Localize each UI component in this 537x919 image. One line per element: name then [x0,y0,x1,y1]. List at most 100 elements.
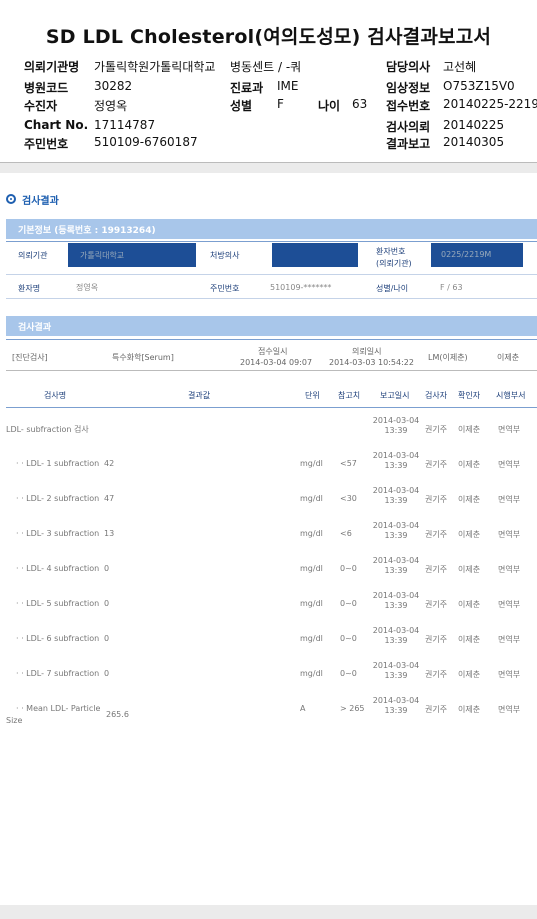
unit: mg/dl [300,494,323,503]
name-info-label: 환자명 [18,284,41,293]
col-unit-header: 단위 [305,391,320,400]
patient-no-value: 0225/2219M [441,250,492,259]
tester: 권기주 [425,635,448,644]
tester: 권기주 [425,565,448,574]
table-row: · · LDL- 7 subfraction 0 mg/dl 0~0 2014-03-0… [0,659,537,694]
report-time: 13:39 [384,426,408,435]
table-row: · · Mean LDL- Particle Size 265.6 A > 265 201… [0,694,537,729]
report-time: 13:39 [384,636,408,645]
department: 면역부 [498,425,521,434]
report-datetime: 2014-03-04 13:39 [366,486,426,506]
section-title: 검사결과 [22,196,59,207]
reference: <57 [340,459,357,468]
ssn-info-label: 주민번호 [210,284,240,293]
unit: mg/dl [300,634,323,643]
clinical-info-value: O753Z15V0 [443,79,515,93]
lm-value: 이제춘 [497,353,520,362]
test-name: LDL- subfraction 검사 [6,425,89,434]
checker: 이제춘 [458,670,481,679]
tester: 권기주 [425,600,448,609]
age-label: 나이 [318,99,341,113]
patient-no-cell: 0225/2219M [431,243,523,267]
org-info-value: 가톨릭대학교 [80,251,125,260]
report-datetime: 2014-03-04 13:39 [366,556,426,576]
col-dept-header: 시행부서 [496,391,526,400]
col-header-line [6,407,537,408]
org-info-label: 의뢰기관 [18,251,48,260]
request-date-label: 검사의뢰 [386,120,431,134]
reference: 0~0 [340,669,357,678]
unit: mg/dl [300,459,323,468]
specimen-label: 특수화학[Serum] [112,353,174,362]
hospital-code-label: 병원코드 [24,81,69,95]
org-value: 가톨릭학원가톨릭대학교 [94,60,216,74]
checker: 이제춘 [458,600,481,609]
tester: 권기주 [425,425,448,434]
department: 면역부 [498,600,521,609]
report-date: 2014-03-04 [372,556,420,565]
reference: <30 [340,494,357,503]
tester: 권기주 [425,670,448,679]
department: 면역부 [498,530,521,539]
result-value: 265.6 [106,710,129,719]
checker: 이제춘 [458,425,481,434]
table-row: · · LDL- 3 subfraction 13 mg/dl <6 2014-03-0… [0,519,537,554]
table-row: · · LDL- 2 subfraction 47 mg/dl <30 2014-03-… [0,484,537,519]
received-value: 2014-03-04 09:07 [240,358,313,367]
ssn-label: 주민번호 [24,137,69,151]
result-value: 0 [104,599,110,608]
checker: 이제춘 [458,635,481,644]
department: 면역부 [498,635,521,644]
table-row: · · LDL- 5 subfraction 0 mg/dl 0~0 2014-03-0… [0,589,537,624]
table-row: · · LDL- 4 subfraction 0 mg/dl 0~0 2014-03-0… [0,554,537,589]
basic-info-bottom [6,298,537,299]
basic-info-row-divider [6,274,537,275]
result-value: 0 [104,564,110,573]
result-value: 0 [104,634,110,643]
report-datetime: 2014-03-04 13:39 [366,521,426,541]
report-date-label: 결과보고 [386,137,431,151]
test-name: · · LDL- 3 subfraction [16,529,100,538]
report-datetime: 2014-03-04 13:39 [366,626,426,646]
col-tester-header: 검사자 [425,391,448,400]
request-date-value: 20140225 [443,118,505,132]
patient-value: 정영옥 [94,99,128,113]
unit: A [300,704,306,713]
reference: > 265 [340,704,365,713]
diag-label: [진단검사] [12,353,48,362]
results-line [6,339,537,340]
requested-label: 의뢰일시 [352,347,382,356]
checker: 이제춘 [458,495,481,504]
report-time: 13:39 [384,531,408,540]
result-value: 13 [104,529,115,538]
report-date: 2014-03-04 [372,521,420,530]
checker: 이제춘 [458,460,481,469]
results-bar: 검사결과 [6,316,537,336]
sexage-info-value: F / 63 [440,283,463,292]
received-label: 접수일시 [258,347,288,356]
gray-band-bottom [0,905,537,919]
test-name: · · Mean LDL- Particle [16,704,101,713]
unit: mg/dl [300,599,323,608]
patient-label: 수진자 [24,99,58,113]
report-datetime: 2014-03-04 13:39 [366,591,426,611]
unit: mg/dl [300,669,323,678]
clinical-info-label: 임상정보 [386,81,431,95]
reference: 0~0 [340,599,357,608]
chart-no-label: Chart No. [24,118,89,132]
unit: mg/dl [300,529,323,538]
report-time: 13:39 [384,496,408,505]
test-name: · · LDL- 4 subfraction [16,564,100,573]
basic-info-bar: 기본정보 (등록번호 : 19913264) [6,219,537,239]
test-name: · · LDL- 1 subfraction [16,459,100,468]
ssn-value: 510109-6760187 [94,135,198,149]
report-date-value: 20140305 [443,135,505,149]
col-value-header: 결과값 [188,391,211,400]
receipt-no-value: 20140225-22194 [443,97,537,111]
lm-label: LM(이제춘) [428,353,468,362]
report-time: 13:39 [384,601,408,610]
tester: 권기주 [425,530,448,539]
age-value: 63 [352,97,368,111]
dept-label: 진료과 [230,81,264,95]
org-info-cell: 가톨릭대학교 [68,243,196,267]
